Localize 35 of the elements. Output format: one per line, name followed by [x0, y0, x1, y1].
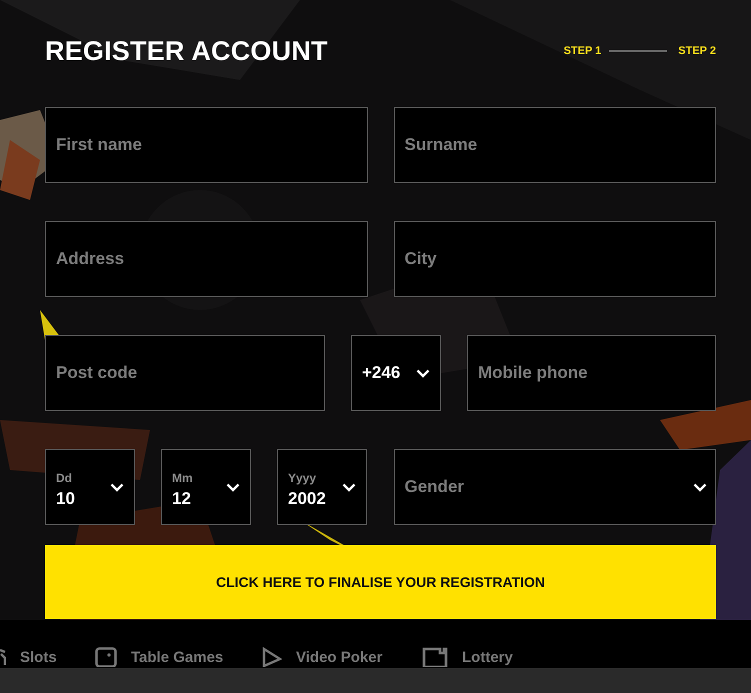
submit-button[interactable]: CLICK HERE TO FINALISE YOUR REGISTRATION	[45, 545, 716, 619]
date-select[interactable]: Yyyy 2002	[277, 449, 367, 525]
chevron-down-icon	[110, 482, 124, 492]
nav-link[interactable]: Table Games	[131, 648, 224, 666]
select-field[interactable]: Gender	[394, 449, 716, 525]
play-icon	[262, 647, 282, 667]
ticket-icon	[422, 647, 448, 667]
input-field[interactable]: Post code	[45, 335, 325, 411]
select-value: +246	[362, 363, 400, 383]
nav-link[interactable]: Video Poker	[296, 648, 382, 666]
chevron-down-icon	[226, 482, 240, 492]
field-label: Dd	[56, 471, 73, 485]
page-title: REGISTER ACCOUNT	[45, 36, 328, 66]
chevron-down-icon	[416, 368, 430, 378]
input-field[interactable]: Surname	[394, 107, 716, 183]
input-field[interactable]: City	[394, 221, 716, 297]
date-select[interactable]: Dd 10	[45, 449, 135, 525]
country-code-select[interactable]: +246	[351, 335, 441, 411]
nav-link[interactable]: Slots	[20, 648, 57, 666]
dice-icon	[95, 647, 117, 667]
chevron-down-icon	[342, 482, 356, 492]
field-label: Mm	[172, 471, 193, 485]
select-value: 10	[56, 489, 75, 509]
select-value: 2002	[288, 489, 326, 509]
input-field[interactable]: First name	[45, 107, 368, 183]
input-field[interactable]: Mobile phone	[467, 335, 716, 411]
step-label: STEP 1	[564, 45, 602, 57]
nav-link[interactable]: Lottery	[462, 648, 513, 666]
input-field[interactable]: Address	[45, 221, 368, 297]
chevron-down-icon	[693, 482, 707, 492]
step-label: STEP 2	[678, 45, 716, 57]
date-select[interactable]: Mm 12	[161, 449, 251, 525]
select-value: 12	[172, 489, 192, 509]
field-label: Yyyy	[288, 471, 318, 485]
select-placeholder: Gender	[404, 477, 464, 497]
